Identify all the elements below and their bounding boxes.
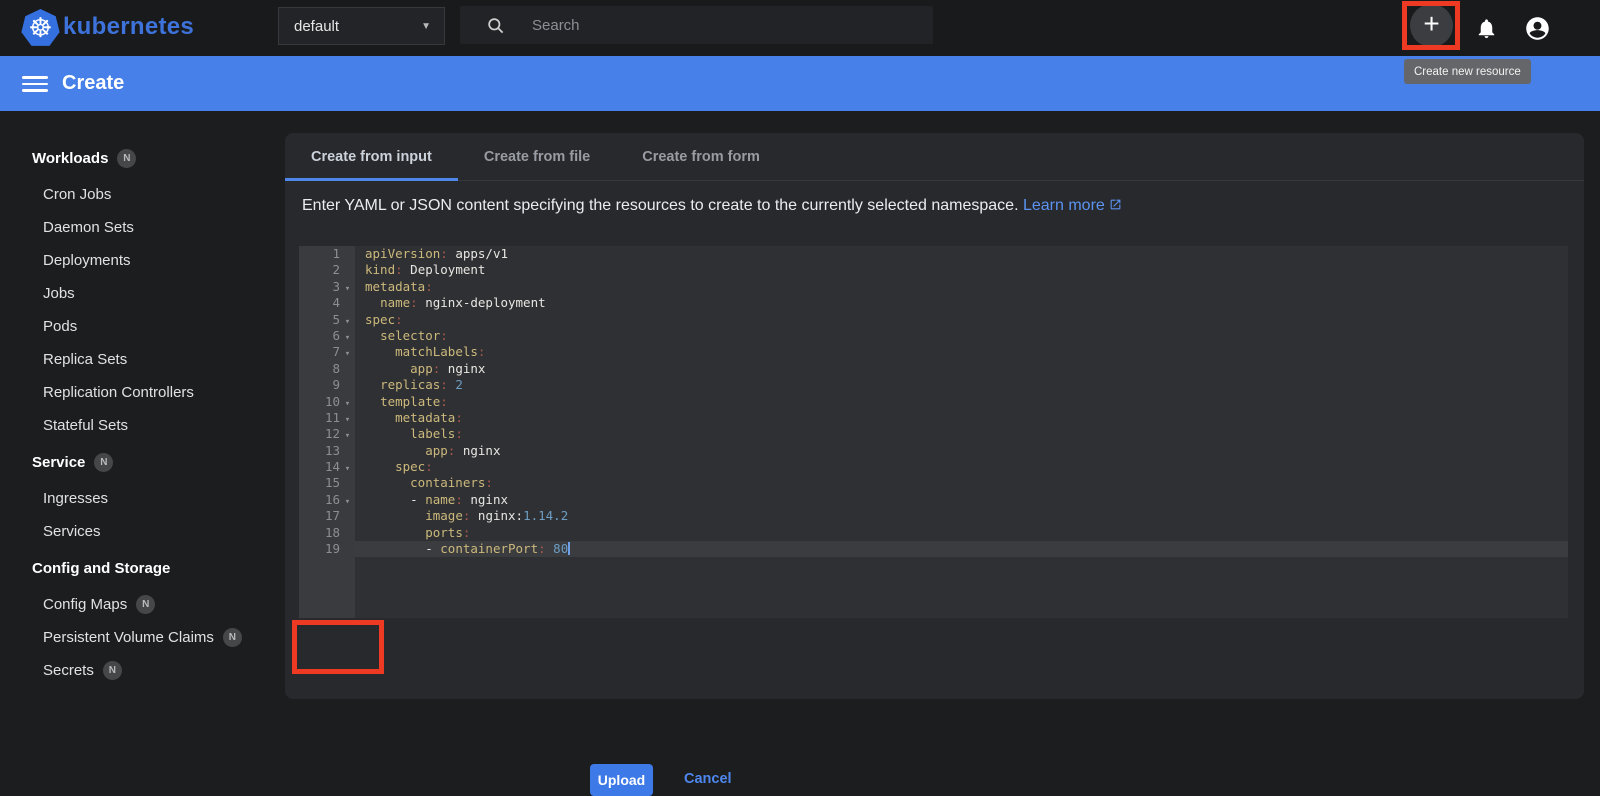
sidebar-item-deployments[interactable]: Deployments xyxy=(32,244,285,277)
code-line-2: kind: Deployment xyxy=(365,262,486,278)
code-line-17: image: nginx:1.14.2 xyxy=(425,508,569,524)
search-bar[interactable] xyxy=(460,6,933,44)
plus-icon: + xyxy=(1423,8,1440,39)
code-line-9: replicas: 2 xyxy=(380,377,463,393)
sidebar-item-replication-controllers[interactable]: Replication Controllers xyxy=(32,376,285,409)
fold-arrow-icon[interactable]: ▾ xyxy=(340,459,355,475)
fold-arrow-icon[interactable]: ▾ xyxy=(340,394,355,410)
sidebar-item-config-maps[interactable]: Config Maps N xyxy=(32,588,285,621)
tab-create-from-form[interactable]: Create from form xyxy=(616,133,786,180)
sidebar-nav: Workloads N Cron Jobs Daemon Sets Deployment… xyxy=(0,111,285,714)
top-bar: ☸ kubernetes default ▼ + xyxy=(0,0,1600,56)
code-line-18: ports: xyxy=(425,524,471,540)
fold-arrow-icon[interactable]: ▾ xyxy=(340,279,355,295)
fold-arrow-icon[interactable]: ▾ xyxy=(340,344,355,360)
code-line-11: metadata: xyxy=(395,409,463,425)
fold-arrow-icon[interactable]: ▾ xyxy=(340,410,355,426)
code-line-4: name: nginx-deployment xyxy=(380,295,546,311)
sidebar-item-jobs[interactable]: Jobs xyxy=(32,277,285,310)
sidebar-header-config-and-storage[interactable]: Config and Storage xyxy=(32,555,285,581)
fold-arrow-icon[interactable]: ▾ xyxy=(340,312,355,328)
account-circle-icon xyxy=(1525,16,1549,40)
code-line-1: apiVersion: apps/v1 xyxy=(365,246,509,261)
external-link-icon xyxy=(1109,198,1122,216)
tab-create-from-input[interactable]: Create from input xyxy=(285,133,458,181)
app-bar: Create xyxy=(0,56,1600,111)
tooltip-create-new-resource: Create new resource xyxy=(1404,59,1531,84)
code-line-5: spec: xyxy=(365,311,403,327)
fold-arrow-icon[interactable]: ▾ xyxy=(340,328,355,344)
create-resource-button[interactable]: + xyxy=(1410,4,1453,47)
menu-icon[interactable] xyxy=(22,76,48,92)
namespaced-badge: N xyxy=(136,595,156,614)
text-cursor xyxy=(568,542,571,556)
namespace-select[interactable]: default ▼ xyxy=(278,7,445,45)
nav-group-workloads: Workloads N Cron Jobs Daemon Sets Deployment… xyxy=(32,145,285,442)
code-line-3: metadata: xyxy=(365,278,433,294)
search-icon xyxy=(488,17,504,33)
sidebar-item-stateful-sets[interactable]: Stateful Sets xyxy=(32,409,285,442)
code-line-7: matchLabels: xyxy=(395,344,486,360)
kubernetes-logo-icon: ☸ xyxy=(21,9,60,46)
learn-more-link[interactable]: Learn more xyxy=(1023,197,1122,214)
namespaced-badge: N xyxy=(102,661,122,680)
editor-code[interactable]: apiVersion: apps/v1 kind: Deployment metad… xyxy=(355,246,1568,618)
bell-icon xyxy=(1478,18,1494,38)
code-line-8: app: nginx xyxy=(410,360,486,376)
nav-group-config-and-storage: Config and Storage Config Maps N Persistent… xyxy=(32,555,285,687)
sidebar-header-workloads[interactable]: Workloads N xyxy=(32,145,285,171)
tab-create-from-file[interactable]: Create from file xyxy=(458,133,616,180)
cancel-button[interactable]: Cancel xyxy=(684,771,732,787)
namespaced-badge: N xyxy=(222,628,242,647)
code-line-10: template: xyxy=(380,393,448,409)
sidebar-item-persistent-volume-claims[interactable]: Persistent Volume Claims N xyxy=(32,621,285,654)
sidebar-item-secrets[interactable]: Secrets N xyxy=(32,654,285,687)
code-line-19: - containerPort: 80 xyxy=(355,541,1568,558)
sidebar-item-replica-sets[interactable]: Replica Sets xyxy=(32,343,285,376)
yaml-editor[interactable]: 1 2 3 ▾ 4 5 ▾ 6 ▾ 7 ▾ 8 9 10 ▾ 11 ▾ 12 ▾ 13 14 ▾ 15 16 ▾ 17 18 19 a… xyxy=(299,246,1568,618)
code-line-13: app: nginx xyxy=(425,442,501,458)
search-input[interactable] xyxy=(532,16,862,34)
sidebar-item-ingresses[interactable]: Ingresses xyxy=(32,482,285,515)
upload-button[interactable]: Upload xyxy=(590,764,653,796)
fold-arrow-icon[interactable]: ▾ xyxy=(340,426,355,442)
chevron-down-icon: ▼ xyxy=(421,20,431,32)
sidebar-item-daemon-sets[interactable]: Daemon Sets xyxy=(32,211,285,244)
code-line-16: - name: nginx xyxy=(365,491,509,507)
namespaced-badge: N xyxy=(117,148,137,168)
page-title: Create xyxy=(62,72,125,94)
sidebar-item-services[interactable]: Services xyxy=(32,515,285,548)
create-card: Create from input Create from file Create … xyxy=(285,133,1584,796)
nav-group-service: Service N Ingresses Services xyxy=(32,449,285,548)
notifications-button[interactable] xyxy=(1472,13,1500,43)
create-description: Enter YAML or JSON content specifying th… xyxy=(302,197,1122,216)
tab-bar: Create from input Create from file Create … xyxy=(285,133,1584,181)
sidebar-item-pods[interactable]: Pods xyxy=(32,310,285,343)
sidebar-item-cron-jobs[interactable]: Cron Jobs xyxy=(32,178,285,211)
code-line-12: labels: xyxy=(410,426,463,442)
editor-gutter: 1 2 3 ▾ 4 5 ▾ 6 ▾ 7 ▾ 8 9 10 ▾ 11 ▾ 12 ▾ 13 14 ▾ 15 16 ▾ 17 18 19 xyxy=(299,246,355,618)
account-button[interactable] xyxy=(1522,12,1552,44)
code-line-15: containers: xyxy=(410,475,493,491)
code-line-6: selector: xyxy=(380,327,448,343)
brand-wordmark: kubernetes xyxy=(63,13,195,40)
sidebar-header-service[interactable]: Service N xyxy=(32,449,285,475)
namespaced-badge: N xyxy=(94,452,114,472)
code-line-14: spec: xyxy=(395,459,433,475)
namespace-value: default xyxy=(294,17,340,35)
fold-arrow-icon[interactable]: ▾ xyxy=(340,492,355,508)
